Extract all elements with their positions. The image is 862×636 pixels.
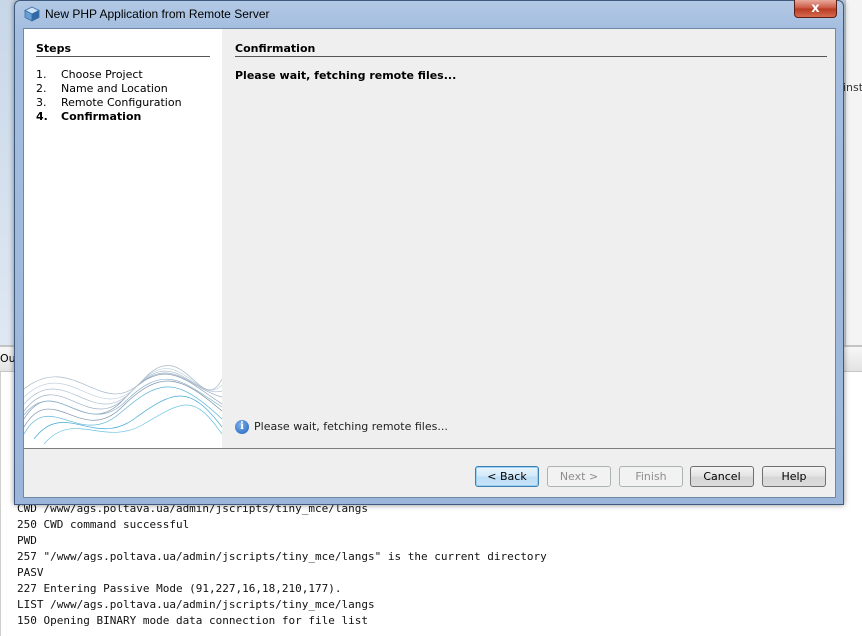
help-button[interactable]: Help	[762, 466, 826, 487]
dialog-titlebar[interactable]: New PHP Application from Remote Server x	[15, 0, 843, 28]
cancel-button[interactable]: Cancel	[690, 466, 754, 487]
step-item-active: 4. Confirmation	[36, 110, 142, 123]
step-item: 3. Remote Configuration	[36, 96, 182, 109]
log-line: PWD	[17, 534, 37, 547]
ide-right-panel-text: inst	[843, 81, 862, 94]
info-icon: i	[235, 420, 249, 434]
status-message: Please wait, fetching remote files...	[254, 420, 448, 433]
close-button[interactable]: x	[794, 0, 837, 18]
content-heading: Confirmation	[235, 42, 827, 57]
close-icon: x	[811, 1, 820, 16]
new-php-application-dialog: New PHP Application from Remote Server x…	[14, 0, 844, 505]
step-item: 1. Choose Project	[36, 68, 143, 81]
log-line: 227 Entering Passive Mode (91,227,16,18,…	[17, 582, 342, 595]
button-bar-divider	[24, 448, 835, 449]
back-button[interactable]: < Back	[475, 466, 539, 487]
steps-heading: Steps	[36, 42, 210, 57]
log-line: 250 CWD command successful	[17, 518, 190, 531]
content-message: Please wait, fetching remote files...	[235, 69, 457, 82]
log-line: PASV	[17, 566, 44, 579]
decorative-waves-image	[24, 365, 222, 445]
dialog-body: Steps 1. Choose Project 2. Name and Locati…	[23, 28, 836, 498]
next-button[interactable]: Next >	[547, 466, 611, 487]
dialog-title: New PHP Application from Remote Server	[45, 7, 270, 21]
log-line: LIST /www/ags.poltava.ua/admin/jscripts/…	[17, 598, 375, 611]
log-line: 257 "/www/ags.poltava.ua/admin/jscripts/…	[17, 550, 547, 563]
log-line: 150 Opening BINARY mode data connection …	[17, 614, 368, 627]
finish-button[interactable]: Finish	[619, 466, 683, 487]
ide-right-panel	[845, 0, 862, 345]
steps-panel: Steps 1. Choose Project 2. Name and Locati…	[24, 29, 222, 448]
step-item: 2. Name and Location	[36, 82, 168, 95]
netbeans-cube-icon	[24, 6, 40, 22]
